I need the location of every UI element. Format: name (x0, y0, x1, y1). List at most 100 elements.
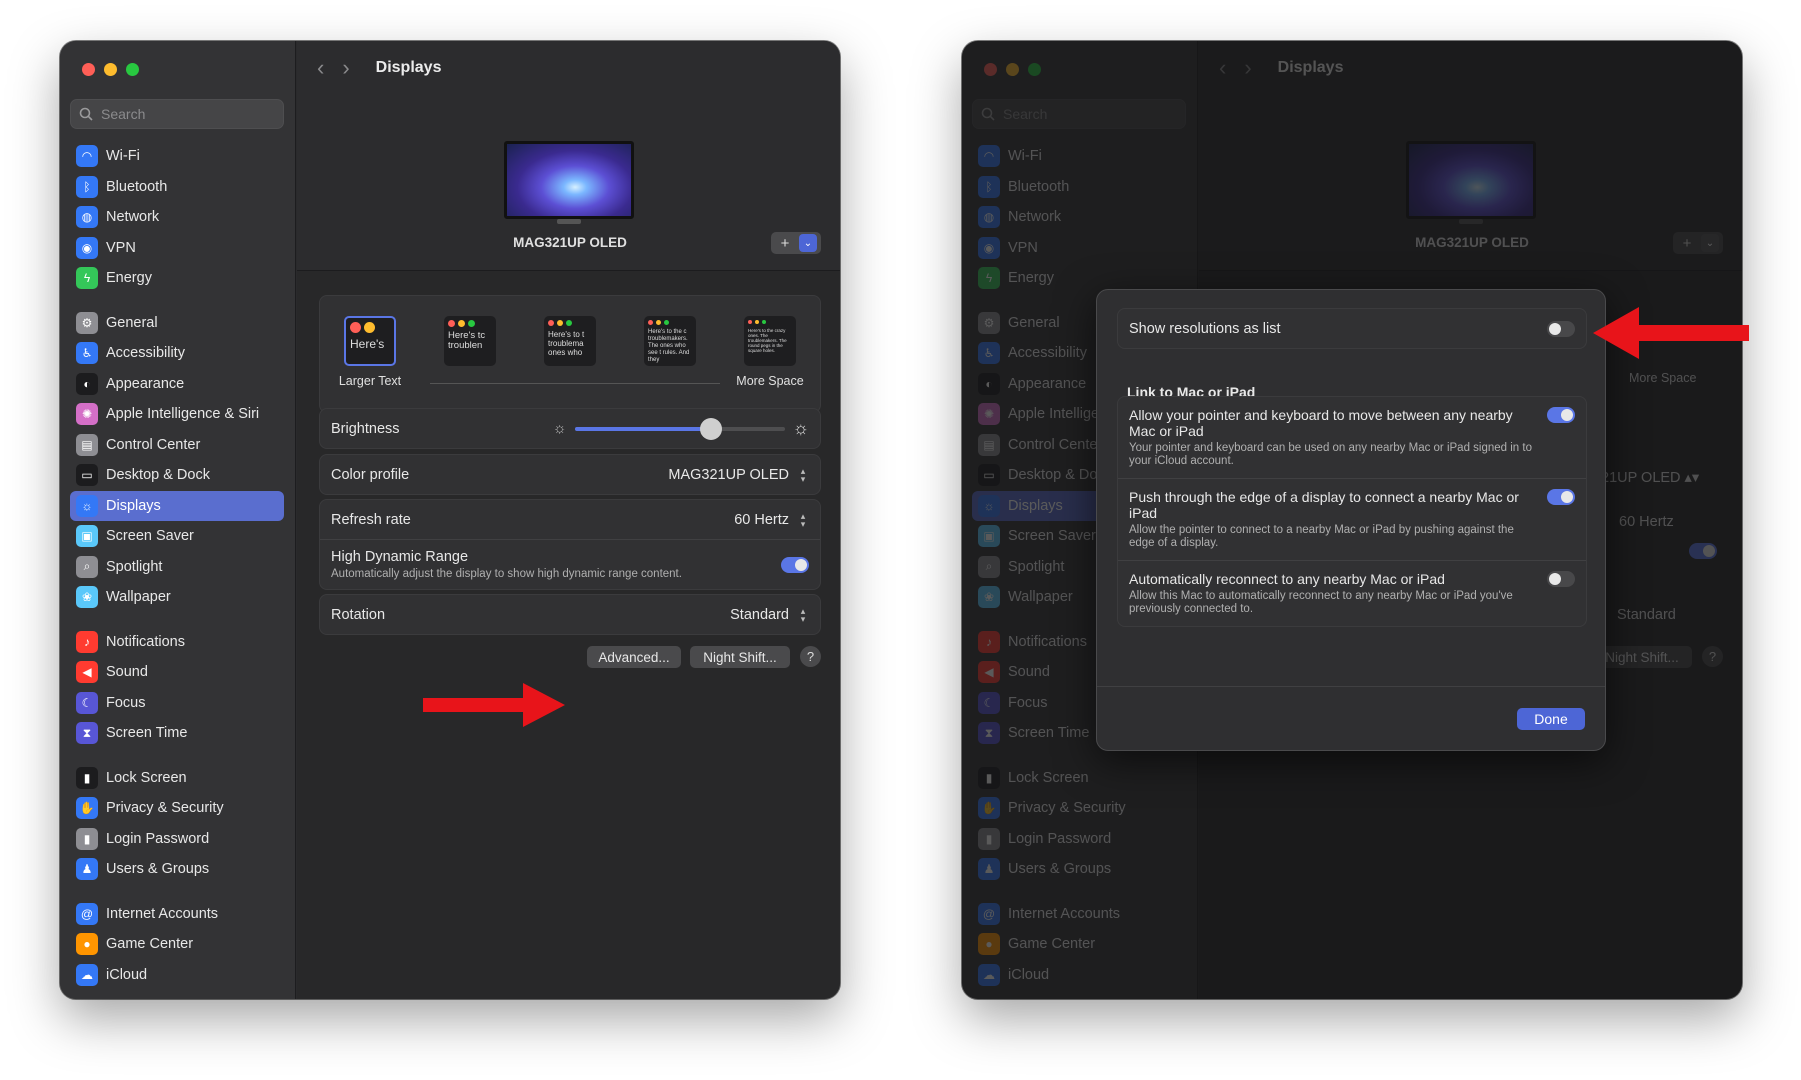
sidebar-item-control-center[interactable]: ▤ Control Center (70, 430, 284, 461)
page-title: Displays (375, 59, 442, 76)
at-icon: @ (76, 902, 98, 925)
add-display-button[interactable]: + ⌄ (771, 232, 821, 254)
sidebar-item-label: Focus (106, 694, 146, 711)
push-through-row: Push through the edge of a display to co… (1118, 478, 1586, 560)
sidebar-item-wi-fi[interactable]: ◠ Wi-Fi (70, 141, 284, 172)
sidebar-item-label: Game Center (106, 936, 194, 953)
search-field[interactable] (70, 99, 284, 129)
search-icon (79, 107, 93, 121)
hourglass-icon: ⧗ (76, 722, 98, 745)
sidebar-item-label: Users & Groups (106, 861, 210, 878)
padlock-icon: ▮ (76, 827, 98, 850)
sidebar-item-label: Bluetooth (106, 178, 168, 195)
sidebar-item-bluetooth[interactable]: ᛒ Bluetooth (70, 172, 284, 203)
sidebar-item-screen-time[interactable]: ⧗ Screen Time (70, 718, 284, 749)
close-button[interactable] (82, 63, 95, 76)
resolution-option-2[interactable]: Here's tc troublen (428, 316, 512, 388)
brightness-slider[interactable]: ☼ ☼ (553, 417, 810, 440)
dock-icon: ▭ (76, 464, 98, 487)
bell-icon: ♪ (76, 630, 98, 653)
sidebar-item-sound[interactable]: ◀ Sound (70, 657, 284, 688)
show-resolutions-row: Show resolutions as list (1118, 309, 1586, 348)
brightness-track[interactable] (574, 417, 785, 440)
rotation-row: Rotation Standard ▴ ▾ (320, 595, 820, 634)
search-input[interactable] (101, 106, 271, 122)
sidebar-item-privacy-security[interactable]: ✋ Privacy & Security (70, 793, 284, 824)
sidebar-item-internet-accounts[interactable]: @ Internet Accounts (70, 899, 284, 930)
sidebar-item-desktop-dock[interactable]: ▭ Desktop & Dock (70, 460, 284, 491)
sidebar-item-login-password[interactable]: ▮ Login Password (70, 824, 284, 855)
screensaver-icon: ▣ (76, 525, 98, 548)
sidebar-item-label: Sound (106, 664, 148, 681)
resolution-card: Here's Larger Text Here's tc troublen He… (319, 295, 821, 413)
refresh-rate-select[interactable]: 60 Hertz ▴ ▾ (734, 511, 809, 528)
auto-reconnect-row: Automatically reconnect to any nearby Ma… (1118, 560, 1586, 626)
sidebar-item-users-groups[interactable]: ♟ Users & Groups (70, 854, 284, 885)
sidebar-item-icloud[interactable]: ☁ iCloud (70, 960, 284, 991)
help-button[interactable]: ? (800, 646, 821, 667)
back-chevron-icon[interactable]: ‹ (317, 55, 324, 81)
resolution-thumb: Here's tc troublen (444, 316, 496, 366)
resolution-option-3[interactable]: Here's to t troublema ones who (528, 316, 612, 388)
bluetooth-icon: ᛒ (76, 175, 98, 198)
moon-icon: ☾ (76, 691, 98, 714)
zoom-button[interactable] (126, 63, 139, 76)
sidebar-item-game-center[interactable]: ● Game Center (70, 929, 284, 960)
sidebar-item-displays[interactable]: ☼ Displays (70, 490, 284, 521)
sidebar-item-vpn[interactable]: ◉ VPN (70, 233, 284, 264)
color-profile-row: Color profile MAG321UP OLED ▴ ▾ (320, 455, 820, 494)
list-toggle-card: Show resolutions as list (1117, 308, 1587, 349)
sidebar-item-label: Energy (106, 270, 152, 287)
done-button[interactable]: Done (1517, 708, 1585, 730)
sidebar: ◠ Wi-Fi ᛒ Bluetooth ◍ Network ◉ VPN ϟ Energy ⚙ Gene… (60, 41, 296, 999)
refresh-rate-row: Refresh rate 60 Hertz ▴ ▾ (320, 500, 820, 539)
gear-icon: ⚙ (76, 311, 98, 334)
auto-reconnect-toggle[interactable] (1547, 571, 1575, 587)
resolution-more-space[interactable]: Here's to the crazy ones. The troublemak… (728, 316, 812, 388)
resolution-option-4[interactable]: Here's to the c troublemakers. The ones … (628, 316, 712, 388)
sidebar-item-apple-intelligence-siri[interactable]: ✺ Apple Intelligence & Siri (70, 399, 284, 430)
push-through-toggle[interactable] (1547, 489, 1575, 505)
monitor-icon[interactable] (504, 141, 634, 224)
sidebar-item-focus[interactable]: ☾ Focus (70, 688, 284, 719)
hdr-toggle[interactable] (781, 556, 809, 573)
brightness-fill (574, 426, 711, 431)
pointer-keyboard-toggle[interactable] (1547, 407, 1575, 423)
vpn-icon: ◉ (76, 236, 98, 259)
sidebar-item-screen-saver[interactable]: ▣ Screen Saver (70, 521, 284, 552)
brightness-knob[interactable] (700, 417, 722, 440)
sidebar-item-wallpaper[interactable]: ❀ Wallpaper (70, 582, 284, 613)
sidebar-item-label: Notifications (106, 633, 185, 650)
display-header: ‹ › Displays MAG321UP OLED + ⌄ (297, 41, 840, 271)
sidebar-item-energy[interactable]: ϟ Energy (70, 263, 284, 294)
sidebar-item-label: Lock Screen (106, 769, 187, 786)
sidebar-item-appearance[interactable]: ◐ Appearance (70, 369, 284, 400)
spotlight-icon: ⌕ (76, 555, 98, 578)
sidebar-item-accessibility[interactable]: ♿ Accessibility (70, 338, 284, 369)
globe-icon: ◍ (76, 206, 98, 229)
sun-large-icon: ☼ (792, 418, 810, 438)
minimize-button[interactable] (104, 63, 117, 76)
resolution-larger-text[interactable]: Here's Larger Text (328, 316, 412, 388)
energy-icon: ϟ (76, 267, 98, 290)
sidebar-item-network[interactable]: ◍ Network (70, 202, 284, 233)
night-shift-button[interactable]: Night Shift... (690, 646, 790, 668)
sidebar-item-spotlight[interactable]: ⌕ Spotlight (70, 552, 284, 583)
sidebar-item-notifications[interactable]: ♪ Notifications (70, 627, 284, 658)
sidebar-item-label: Desktop & Dock (106, 467, 210, 484)
sidebar-item-label: Wallpaper (106, 589, 171, 606)
sidebar-item-lock-screen[interactable]: ▮ Lock Screen (70, 763, 284, 794)
color-profile-select[interactable]: MAG321UP OLED ▴ ▾ (668, 466, 809, 483)
advanced-button[interactable]: Advanced... (587, 646, 681, 668)
sidebar-item-label: Internet Accounts (106, 905, 219, 922)
sidebar-item-label: Accessibility (106, 345, 185, 362)
show-resolutions-toggle[interactable] (1547, 320, 1575, 337)
forward-chevron-icon[interactable]: › (342, 55, 349, 81)
rotation-select[interactable]: Standard ▴ ▾ (730, 606, 809, 623)
appearance-icon: ◐ (76, 372, 98, 395)
chevron-down-icon[interactable]: ⌄ (799, 234, 817, 252)
sidebar-item-general[interactable]: ⚙ General (70, 308, 284, 339)
